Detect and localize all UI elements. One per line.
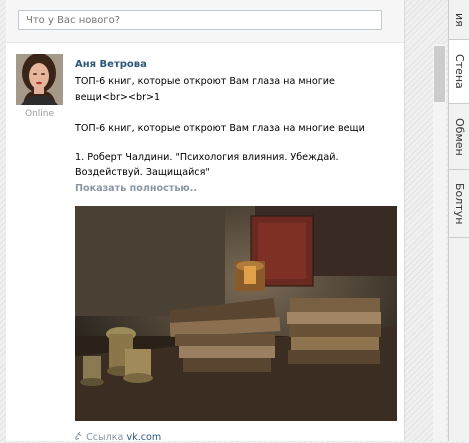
show-more-link[interactable]: Показать полностью.. [75,183,197,194]
post-link[interactable]: Ссылка vk.com [75,431,161,443]
tab-label: Болтун [453,182,466,225]
scrollbar-track[interactable] [433,44,446,441]
status-input[interactable] [18,10,382,30]
news-feed: Online Аня Ветрова ТОП-6 книг, которые о… [6,0,405,443]
scrollbar-thumb[interactable] [434,46,445,102]
tab-wall[interactable]: Стена [449,40,469,104]
status-bar [6,0,404,43]
post-author[interactable]: Аня Ветрова [75,59,147,70]
link-label: Ссылка [86,432,124,443]
tab-label: Обмен [453,117,466,156]
tab-label: Стена [453,54,466,89]
link-icon [75,431,86,443]
post-photo[interactable] [75,206,397,421]
side-tabs: ия Стена Обмен Болтун [448,0,469,441]
tab-label: ия [453,12,466,27]
post-text-line: ТОП-6 книг, которые откроют Вам глаза на… [75,123,365,134]
post-text-line: ТОП-6 книг, которые откроют Вам глаза на… [75,76,335,87]
tab-exchange[interactable]: Обмен [449,104,469,170]
post-text-line: Воздействуй. Защищайся" [75,167,210,178]
post-text-line: вещи<br><br>1 [75,92,161,103]
avatar[interactable] [16,54,63,105]
link-domain[interactable]: vk.com [126,432,161,443]
tab-chatter[interactable]: Болтун [449,170,469,238]
online-status: Online [25,109,55,119]
post-text-line: 1. Роберт Чалдини. "Психология влияния. … [75,152,339,163]
tab-partial[interactable]: ия [449,0,469,40]
